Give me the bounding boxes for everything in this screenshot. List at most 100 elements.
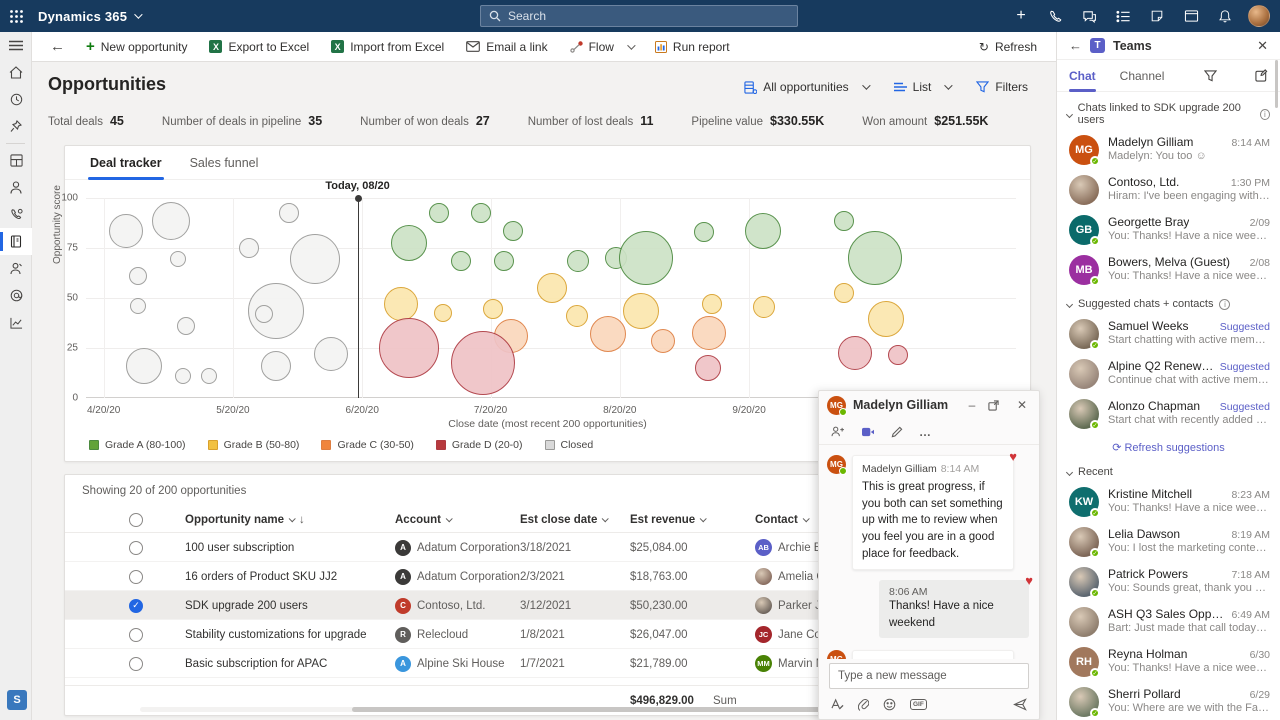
edit-pencil-icon[interactable] <box>891 426 903 438</box>
popout-icon[interactable] <box>988 400 1006 411</box>
analytics-icon[interactable] <box>0 309 32 336</box>
column-header-est-close-date[interactable]: Est close date <box>520 506 607 533</box>
run-report-button[interactable]: Run report <box>646 32 739 62</box>
row-select-cell[interactable] <box>129 562 143 591</box>
apps-window-icon[interactable] <box>1176 0 1206 32</box>
accounts-icon[interactable] <box>0 174 32 201</box>
chat-icon[interactable] <box>1074 0 1104 32</box>
tab-chat[interactable]: Chat <box>1069 60 1096 92</box>
chat-list-item[interactable]: ✓Samuel WeeksSuggestedStart chatting wit… <box>1057 314 1280 354</box>
sitemap-menu-icon[interactable] <box>0 32 32 59</box>
section-header[interactable]: Chats linked to SDK upgrade 200 usersi <box>1057 94 1280 130</box>
opportunity-name-cell[interactable]: Stability customizations for upgrade <box>185 620 367 649</box>
chat-list-item[interactable]: Contoso, Ltd.1:30 PMHiram: I've been eng… <box>1057 170 1280 210</box>
view-selector[interactable]: All opportunities <box>744 80 867 94</box>
column-header-account[interactable]: Account <box>395 506 451 533</box>
chat-list-item[interactable]: MB✓Bowers, Melva (Guest)2/08You: Thanks!… <box>1057 250 1280 290</box>
column-header-est-revenue[interactable]: Est revenue <box>630 506 705 533</box>
teams-scrollbar[interactable] <box>1275 60 1278 108</box>
flow-button[interactable]: Flow <box>561 32 642 62</box>
chat-list-item[interactable]: RH✓Reyna Holman6/30You: Thanks! Have a n… <box>1057 642 1280 682</box>
gif-icon[interactable]: GIF <box>910 699 927 710</box>
row-select-cell[interactable] <box>129 620 143 649</box>
dashboards-icon[interactable] <box>0 147 32 174</box>
row-checkbox[interactable] <box>129 628 143 642</box>
select-all-checkbox[interactable] <box>129 513 143 527</box>
tab-deal-tracker[interactable]: Deal tracker <box>90 146 162 180</box>
notifications-bell-icon[interactable] <box>1210 0 1240 32</box>
row-checkbox[interactable] <box>129 570 143 584</box>
kpi-label: Number of lost deals <box>528 116 633 128</box>
chat-filter-icon[interactable] <box>1204 70 1217 82</box>
row-select-cell[interactable] <box>129 649 143 678</box>
calls-icon[interactable] <box>0 201 32 228</box>
row-select-cell[interactable]: ✓ <box>129 591 143 620</box>
tasks-checklist-icon[interactable] <box>1108 0 1138 32</box>
message-input[interactable] <box>838 670 1020 682</box>
row-checkbox[interactable] <box>129 657 143 671</box>
chat-list-item[interactable]: ✓Lelia Dawson8:19 AMYou: I lost the mark… <box>1057 522 1280 562</box>
chat-list-item[interactable]: ✓Patrick Powers7:18 AMYou: Sounds great,… <box>1057 562 1280 602</box>
chat-list-item[interactable]: Alpine Q2 Renewal OpportunitySuggestedCo… <box>1057 354 1280 394</box>
emoji-icon[interactable] <box>883 698 896 711</box>
chat-list-item[interactable]: KW✓Kristine Mitchell8:23 AMYou: Thanks! … <box>1057 482 1280 522</box>
recent-icon[interactable] <box>0 86 32 113</box>
import-from-excel-button[interactable]: XImport from Excel <box>322 32 453 62</box>
opportunity-name-cell[interactable]: Basic subscription for APAC <box>185 649 327 678</box>
contacts-icon[interactable] <box>0 255 32 282</box>
app-launcher-waffle-icon[interactable] <box>0 0 32 32</box>
column-header-contact[interactable]: Contact <box>755 506 808 533</box>
chat-list-item[interactable]: ASH Q3 Sales Opportunity6:49 AMBart: Jus… <box>1057 602 1280 642</box>
close-icon[interactable]: ✕ <box>1013 398 1031 412</box>
global-search[interactable] <box>480 5 798 27</box>
mentions-icon[interactable] <box>0 282 32 309</box>
chat-list-item[interactable]: MG✓Madelyn Gilliam8:14 AMMadelyn: You to… <box>1057 130 1280 170</box>
chat-list-item[interactable]: ✓Sherri Pollard6/29You: Where are we wit… <box>1057 682 1280 720</box>
minimize-icon[interactable]: – <box>963 398 981 412</box>
column-header-opportunity-name[interactable]: Opportunity name↓ <box>185 506 305 533</box>
quick-create-plus-icon[interactable]: + <box>1006 0 1036 32</box>
section-header[interactable]: Recent <box>1057 458 1280 482</box>
back-arrow-icon[interactable]: ← <box>42 38 73 55</box>
s-app-badge[interactable]: S <box>7 690 27 710</box>
sticky-note-icon[interactable] <box>1142 0 1172 32</box>
close-date-cell: 1/8/2021 <box>520 620 565 649</box>
pinned-icon[interactable] <box>0 113 32 140</box>
y-tick-label: 100 <box>61 193 78 204</box>
tab-sales-funnel[interactable]: Sales funnel <box>190 146 259 180</box>
add-people-icon[interactable] <box>831 426 845 437</box>
new-opportunity-button[interactable]: +New opportunity <box>77 32 196 62</box>
panel-close-icon[interactable]: ✕ <box>1257 38 1268 54</box>
row-checkbox[interactable] <box>129 541 143 555</box>
account-name: Contoso, Ltd. <box>417 600 485 612</box>
app-switcher-chevron-icon[interactable] <box>134 10 142 18</box>
home-icon[interactable] <box>0 59 32 86</box>
search-input[interactable] <box>508 9 789 23</box>
opportunity-name-cell[interactable]: 100 user subscription <box>185 533 294 562</box>
panel-back-arrow-icon[interactable]: ← <box>1069 38 1082 53</box>
format-text-icon[interactable] <box>831 698 844 710</box>
account-avatar[interactable] <box>1244 0 1274 32</box>
opportunity-name-cell[interactable]: 16 orders of Product SKU JJ2 <box>185 562 337 591</box>
row-select-cell[interactable] <box>129 533 143 562</box>
new-chat-compose-icon[interactable] <box>1255 69 1268 82</box>
refresh-suggestions-link[interactable]: ⟳ Refresh suggestions <box>1057 434 1280 458</box>
attach-paperclip-icon[interactable] <box>858 698 869 711</box>
refresh-button[interactable]: ↻Refresh <box>970 32 1046 62</box>
export-to-excel-button[interactable]: XExport to Excel <box>200 32 318 62</box>
more-options-ellipsis-icon[interactable]: … <box>919 425 933 439</box>
opportunity-name-cell[interactable]: SDK upgrade 200 users <box>185 591 308 620</box>
section-header[interactable]: Suggested chats + contactsi <box>1057 290 1280 314</box>
row-checkbox[interactable]: ✓ <box>129 599 143 613</box>
chat-list-item[interactable]: GB✓Georgette Bray2/09You: Thanks! Have a… <box>1057 210 1280 250</box>
email-a-link-button[interactable]: Email a link <box>457 32 556 62</box>
message-input-box[interactable] <box>829 663 1029 689</box>
phone-icon[interactable] <box>1040 0 1070 32</box>
filters-button[interactable]: Filters <box>976 80 1028 94</box>
teams-video-icon[interactable] <box>861 426 875 438</box>
opportunities-icon-selected[interactable] <box>0 228 32 255</box>
chat-list-item[interactable]: ✓Alonzo ChapmanSuggestedStart chat with … <box>1057 394 1280 434</box>
layout-selector[interactable]: List <box>894 80 951 94</box>
send-message-icon[interactable] <box>1013 698 1027 711</box>
tab-channel[interactable]: Channel <box>1120 60 1165 92</box>
